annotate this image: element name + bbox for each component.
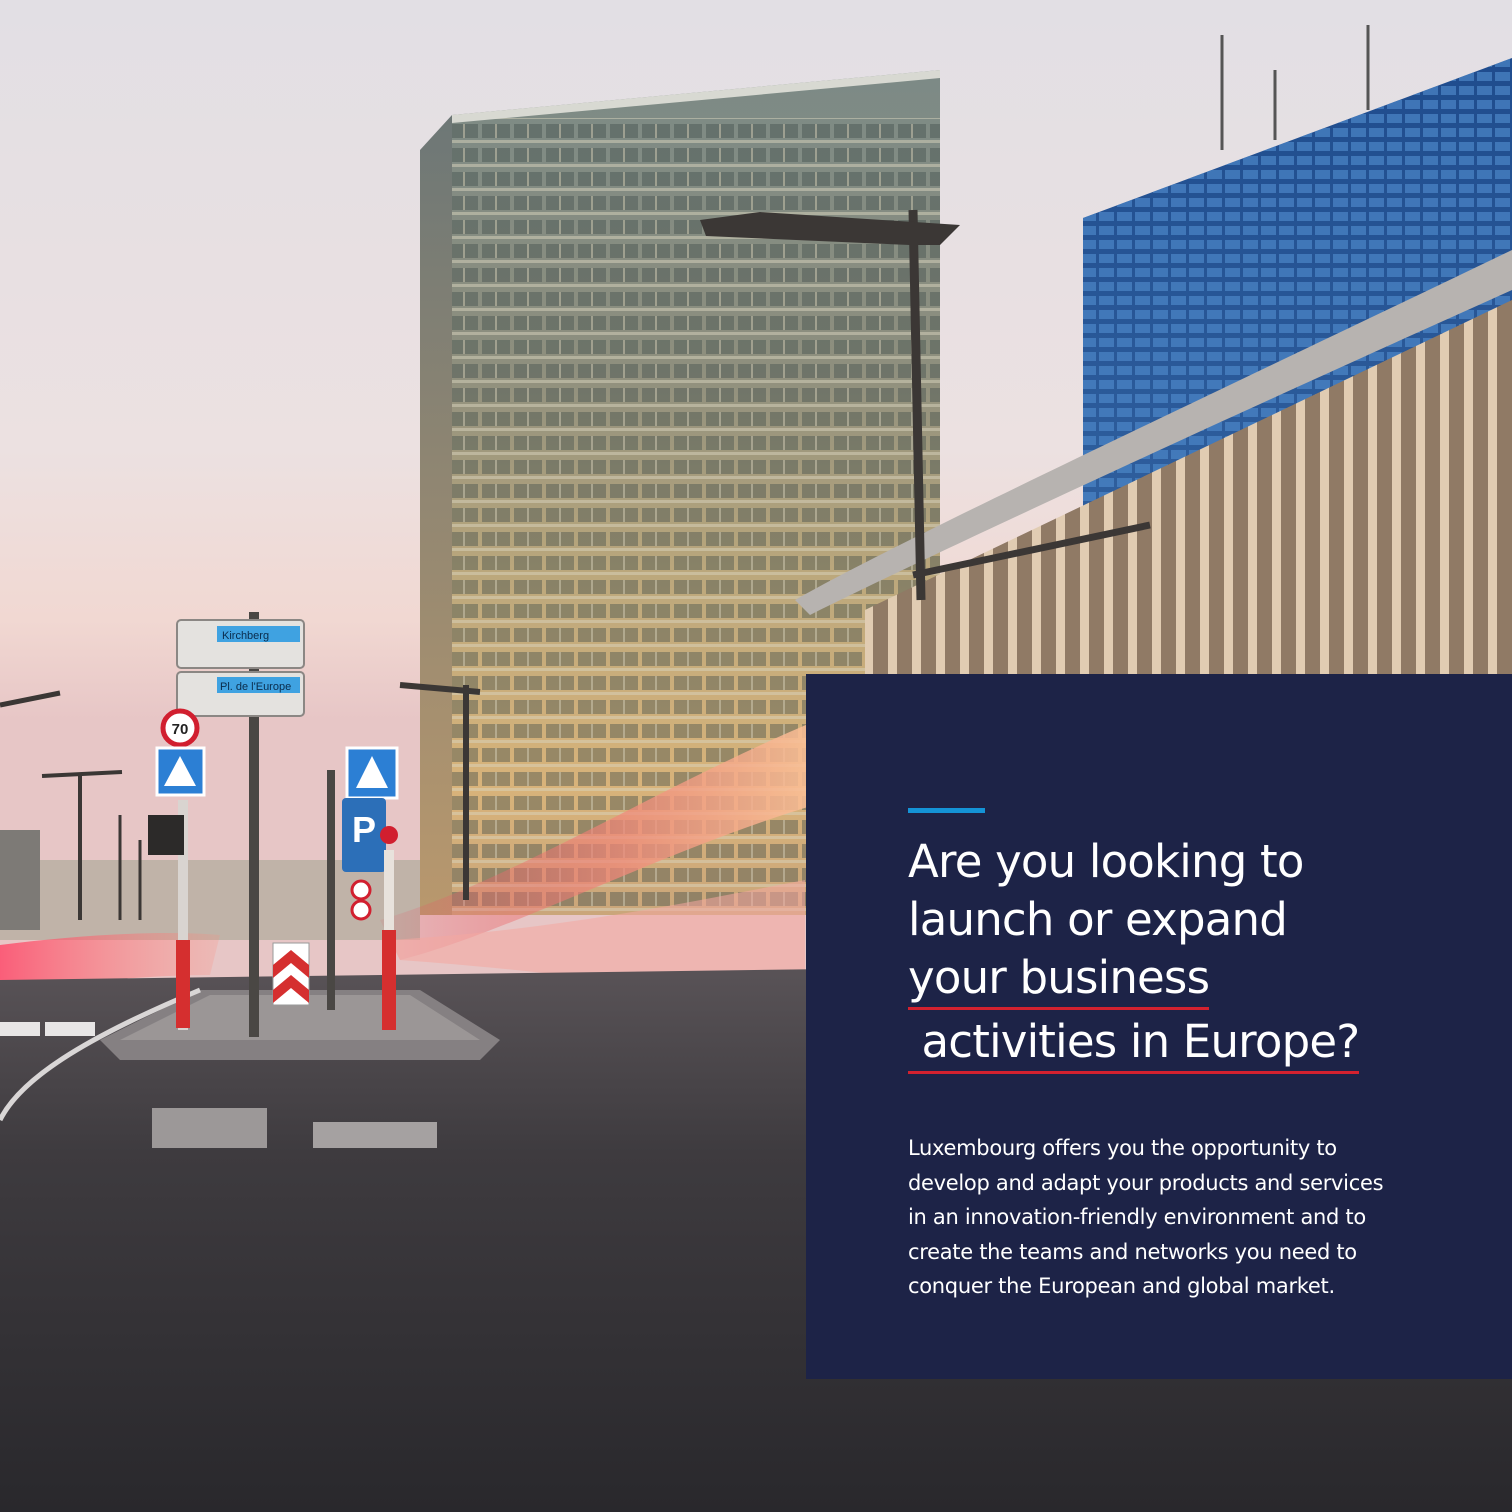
headline-line-4: activities in Europe? <box>908 1016 1360 1074</box>
headline: Are you looking to launch or expand your… <box>908 833 1428 1077</box>
sign-kirchberg: Kirchberg <box>222 630 269 642</box>
info-panel: Are you looking to launch or expand your… <box>806 674 1512 1379</box>
headline-line-3: your business <box>908 952 1210 1010</box>
headline-line-2: launch or expand <box>908 893 1288 946</box>
page: Kirchberg Pl. de l'Europe 70 P Are you l… <box>0 0 1512 1512</box>
parking-sign: P <box>352 809 376 850</box>
accent-bar <box>908 808 985 813</box>
headline-line-4-wrap: activities in Europe? <box>908 1013 1428 1077</box>
headline-line-1: Are you looking to <box>908 835 1304 888</box>
body-copy: Luxembourg offers you the opportunity to… <box>908 1136 1384 1299</box>
speed-limit-sign: 70 <box>172 721 189 738</box>
headline-line-3-wrap: your business <box>908 949 1428 1013</box>
sign-pl-de-l-europe: Pl. de l'Europe <box>220 681 291 693</box>
